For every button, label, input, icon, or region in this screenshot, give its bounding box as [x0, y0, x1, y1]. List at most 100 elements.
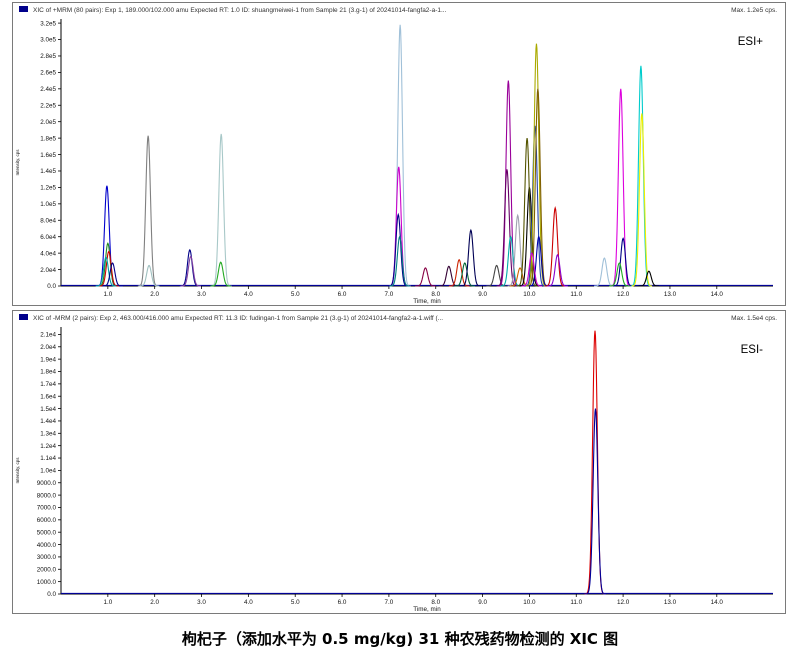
chromatogram-peak [137, 135, 159, 287]
y-tick-label: 5000.0 [37, 529, 57, 536]
y-tick-label: 2000.0 [37, 566, 57, 573]
x-tick-label: 6.0 [338, 599, 347, 606]
x-tick-label: 13.0 [664, 599, 677, 606]
y-tick-label: 2.6e5 [40, 70, 56, 77]
y-tick-label: 1.8e4 [40, 369, 56, 376]
x-tick-label: 3.0 [197, 291, 206, 298]
y-tick-label: 1.6e5 [40, 152, 56, 159]
y-tick-label: 1.8e5 [40, 135, 56, 142]
x-tick-label: 8.0 [431, 291, 440, 298]
x-tick-label: 7.0 [385, 599, 394, 606]
ionization-mode-label: ESI- [741, 344, 764, 356]
x-tick-label: 12.0 [617, 291, 630, 298]
y-tick-label: 0.0 [47, 591, 56, 598]
y-tick-label: 2.8e5 [40, 53, 56, 60]
x-tick-label: 6.0 [338, 291, 347, 298]
y-tick-label: 1.4e4 [40, 418, 56, 425]
x-tick-label: 13.0 [664, 291, 677, 298]
y-tick-label: 3.0e5 [40, 37, 56, 44]
x-axis-label: Time, min [413, 606, 441, 613]
chromatogram-peak [460, 228, 482, 287]
y-tick-label: 6.0e4 [40, 234, 56, 241]
y-tick-label: 1.1e4 [40, 455, 56, 462]
y-tick-label: 3.2e5 [40, 20, 56, 27]
x-tick-label: 8.0 [431, 599, 440, 606]
chromatogram-peak [389, 24, 411, 287]
chromatogram-peak [415, 267, 436, 287]
x-axis-label: Time, min [413, 298, 441, 305]
y-tick-label: 9000.0 [37, 480, 57, 487]
x-tick-label: 11.0 [570, 599, 582, 606]
x-tick-label: 14.0 [711, 291, 724, 298]
x-tick-label: 10.0 [523, 291, 536, 298]
x-tick-label: 5.0 [291, 599, 300, 606]
chromatogram-peaks [95, 24, 660, 287]
y-tick-label: 1.9e4 [40, 356, 56, 363]
axes: 0.0 2.0e4 4.0e4 6.0e4 8.0e4 1.0e5 1.2e5 1.4e5 1.… [40, 19, 773, 298]
x-tick-label: 4.0 [244, 291, 253, 298]
y-tick-label: 4000.0 [37, 542, 57, 549]
xic-header-text: XIC of -MRM (2 pairs): Exp 2, 463.000/41… [33, 315, 443, 322]
y-tick-label: 1.3e4 [40, 431, 56, 438]
y-tick-label: 4.0e4 [40, 250, 56, 257]
x-tick-label: 2.0 [150, 291, 159, 298]
x-tick-label: 9.0 [478, 291, 487, 298]
chromatogram-peak [180, 255, 202, 287]
y-tick-label: 2.1e4 [40, 332, 56, 339]
y-tick-label: 7000.0 [37, 505, 57, 512]
x-tick-label: 10.0 [523, 599, 536, 606]
chromatogram-peak [547, 253, 568, 287]
chromatogram-peak [585, 408, 606, 595]
x-tick-label: 9.0 [478, 599, 487, 606]
xic-legend-icon [19, 314, 28, 320]
y-tick-label: 1000.0 [37, 579, 57, 586]
esi-negative-chart: XIC of -MRM (2 pairs): Exp 2, 463.000/41… [15, 314, 777, 613]
y-tick-label: 8.0e4 [40, 217, 56, 224]
chromatogram-peak [179, 248, 201, 287]
xic-legend-icon [19, 6, 28, 12]
ionization-mode-label: ESI+ [738, 36, 764, 48]
y-tick-label: 8000.0 [37, 492, 57, 499]
chromatogram-peak [486, 264, 507, 287]
y-tick-label: 2.0e4 [40, 267, 56, 274]
y-tick-label: 2.4e5 [40, 86, 56, 93]
y-tick-label: 1.6e4 [40, 393, 56, 400]
y-tick-label: 2.2e5 [40, 102, 56, 109]
y-axis-label: Intensity, cps [15, 149, 20, 176]
x-tick-label: 4.0 [244, 599, 253, 606]
y-tick-label: 1.4e5 [40, 168, 56, 175]
axes: 0.0 1000.0 2000.0 3000.0 4000.0 5000.0 6000.0 7… [37, 327, 773, 606]
x-tick-label: 1.0 [103, 599, 112, 606]
x-tick-label: 11.0 [570, 291, 582, 298]
esi-negative-panel: XIC of -MRM (2 pairs): Exp 2, 463.000/41… [12, 310, 786, 614]
x-tick-label: 5.0 [291, 291, 300, 298]
x-tick-label: 12.0 [617, 599, 630, 606]
y-tick-label: 6000.0 [37, 517, 57, 524]
x-tick-label: 2.0 [150, 599, 159, 606]
esi-positive-panel: XIC of +MRM (80 pairs): Exp 1, 189.000/1… [12, 2, 786, 306]
y-tick-label: 1.5e4 [40, 406, 56, 413]
x-tick-label: 7.0 [385, 291, 394, 298]
chromatogram-peak [544, 206, 566, 287]
y-tick-label: 1.2e4 [40, 443, 56, 450]
chromatogram-peaks [584, 330, 606, 595]
y-tick-label: 1.7e4 [40, 381, 56, 388]
chromatogram-peak [584, 330, 606, 595]
chromatogram-peak [630, 65, 652, 287]
max-intensity-label: Max. 1.5e4 cps. [731, 315, 777, 322]
y-tick-label: 0.0 [47, 283, 56, 290]
chromatogram-peak [594, 257, 615, 287]
x-tick-label: 3.0 [197, 599, 206, 606]
chromatogram-peak [96, 185, 118, 287]
max-intensity-label: Max. 1.2e5 cps. [731, 7, 777, 14]
x-tick-label: 14.0 [711, 599, 724, 606]
xic-header-text: XIC of +MRM (80 pairs): Exp 1, 189.000/1… [33, 7, 447, 14]
esi-positive-chart: XIC of +MRM (80 pairs): Exp 1, 189.000/1… [15, 6, 777, 305]
x-tick-label: 1.0 [103, 291, 112, 298]
y-tick-label: 1.0e5 [40, 201, 56, 208]
y-tick-label: 2.0e5 [40, 119, 56, 126]
y-tick-label: 2.0e4 [40, 344, 56, 351]
y-tick-label: 1.2e5 [40, 185, 56, 192]
y-axis-label: Intensity, cps [15, 457, 20, 484]
y-tick-label: 3000.0 [37, 554, 57, 561]
